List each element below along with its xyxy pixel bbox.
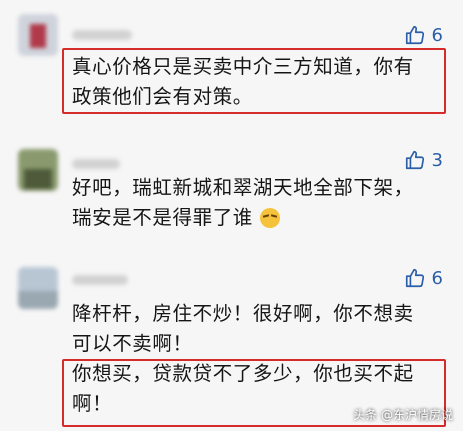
comment-line: 真心价格只是买卖中介三方知道，你有 bbox=[72, 55, 414, 78]
avatar[interactable] bbox=[18, 14, 58, 56]
username-blurred bbox=[72, 159, 120, 169]
comment-line: 降杆杆，房住不炒！很好啊，你不想卖 bbox=[72, 302, 414, 325]
thumbs-up-icon bbox=[405, 150, 424, 170]
comment-text: 好吧，瑞虹新城和翠湖天地全部下架， 瑞安是不是得罪了谁 bbox=[72, 173, 444, 233]
comment-line: 瑞安是不是得罪了谁 bbox=[72, 206, 253, 229]
like-button[interactable]: 6 bbox=[404, 24, 443, 46]
comment-1: 6 真心价格只是买卖中介三方知道，你有 政策他们会有对策。 bbox=[0, 0, 463, 135]
like-count: 6 bbox=[431, 267, 443, 289]
like-button[interactable]: 6 bbox=[404, 267, 443, 289]
comment-2: 3 好吧，瑞虹新城和翠湖天地全部下架， 瑞安是不是得罪了谁 bbox=[0, 135, 463, 253]
avatar[interactable] bbox=[18, 149, 58, 191]
username-blurred bbox=[72, 30, 132, 40]
username-blurred bbox=[72, 275, 128, 285]
like-count: 6 bbox=[431, 24, 443, 46]
watermark: 头条 @东沪情房说 bbox=[353, 408, 453, 422]
comment-line: 可以不卖啊！ bbox=[72, 332, 193, 355]
like-count: 3 bbox=[431, 149, 443, 171]
like-button[interactable]: 3 bbox=[404, 149, 443, 171]
avatar[interactable] bbox=[18, 267, 58, 309]
wink-emoji-icon bbox=[259, 208, 280, 228]
comment-line: 好吧，瑞虹新城和翠湖天地全部下架， bbox=[72, 176, 414, 199]
comment-text: 真心价格只是买卖中介三方知道，你有 政策他们会有对策。 bbox=[72, 52, 444, 112]
thumbs-up-icon bbox=[405, 25, 424, 45]
comment-3: 6 降杆杆，房住不炒！很好啊，你不想卖 可以不卖啊！ 你想买，贷款贷不了多少，你… bbox=[0, 253, 463, 431]
comment-line: 你想买，贷款贷不了多少，你也买不起 bbox=[72, 362, 414, 385]
thumbs-up-icon bbox=[405, 268, 424, 288]
comment-line: 政策他们会有对策。 bbox=[72, 85, 253, 108]
comment-text: 降杆杆，房住不炒！很好啊，你不想卖 可以不卖啊！ 你想买，贷款贷不了多少，你也买… bbox=[72, 299, 444, 419]
